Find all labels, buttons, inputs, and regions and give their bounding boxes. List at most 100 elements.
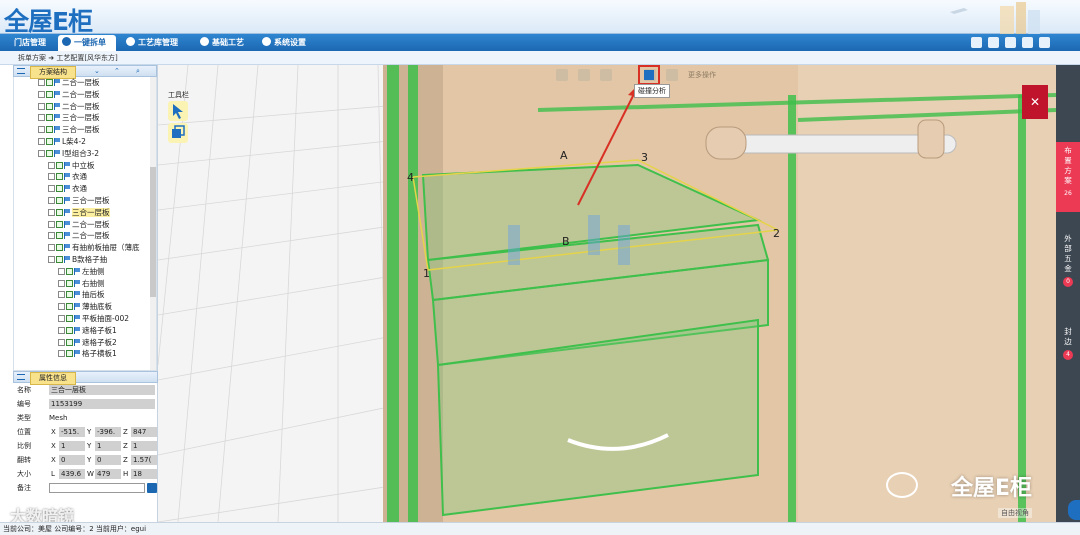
expand-toggle-icon[interactable] [48,244,55,252]
expand-toggle-icon[interactable] [38,114,45,122]
tree-item[interactable]: I型组合3-2 [14,148,156,160]
checkbox[interactable] [46,102,53,110]
checkbox[interactable] [56,255,63,263]
tree-item[interactable]: 衣通 [14,171,156,183]
tree-item[interactable]: 二合一层板 [14,89,156,101]
side-tab-layout-plan[interactable]: 布置方案 26 [1056,142,1080,212]
tree-item[interactable]: 左抽侧 [14,266,156,278]
tree-item[interactable]: 有抽前板抽屉（薄底 [14,242,156,254]
tree-item[interactable]: B款格子抽 [14,254,156,266]
checkbox[interactable] [46,114,53,122]
tree-item[interactable]: 二合一层板 [14,230,156,242]
checkbox[interactable] [56,161,63,169]
image-icon[interactable] [971,37,982,48]
checkbox[interactable] [66,326,73,334]
side-tab-hardware[interactable]: 外部五金 0 [1056,230,1080,290]
expand-toggle-icon[interactable] [58,267,65,275]
expand-toggle-icon[interactable] [38,90,45,98]
expand-toggle-icon[interactable] [38,149,45,157]
tree-item[interactable]: 三合一层板 [14,195,156,207]
collision-analysis-button[interactable] [638,65,660,85]
expand-toggle-icon[interactable] [48,185,55,193]
checkbox[interactable] [56,232,63,240]
size-w-field[interactable]: 479 [95,469,121,479]
checkbox[interactable] [66,314,73,322]
tree-item[interactable]: 薄抽底板 [14,301,156,313]
rotation-x-field[interactable]: 0 [59,455,85,465]
search-icon[interactable]: ⌕ [136,66,140,77]
tree-item[interactable]: 遮格子板1 [14,325,156,337]
checkbox[interactable] [56,220,63,228]
menu-icon[interactable] [17,374,25,380]
expand-toggle-icon[interactable] [58,350,65,358]
checkbox[interactable] [46,149,53,157]
expand-toggle-icon[interactable] [48,161,55,169]
tree-item[interactable]: 抽后板 [14,289,156,301]
checkbox[interactable] [46,79,53,86]
position-z-field[interactable]: 847 [131,427,157,437]
expand-toggle-icon[interactable] [38,79,45,86]
save-view-icon[interactable] [556,69,568,81]
expand-toggle-icon[interactable] [58,314,65,322]
3d-scene[interactable] [158,65,1056,522]
camera-icon[interactable] [578,69,590,81]
tree-item[interactable]: 平板抽面-002 [14,313,156,325]
exit-icon[interactable] [1039,37,1050,48]
select-tool-button[interactable] [168,101,188,121]
checkbox[interactable] [56,244,63,252]
tree-item[interactable]: 二合一层板 [14,219,156,231]
expand-toggle-icon[interactable] [48,232,55,240]
checkbox[interactable] [66,350,73,358]
checkbox[interactable] [66,267,73,275]
more-actions-menu[interactable]: 更多操作 [688,69,716,81]
expand-toggle-icon[interactable] [58,303,65,311]
expand-toggle-icon[interactable] [58,279,65,287]
checkbox[interactable] [46,90,53,98]
checkbox[interactable] [46,137,53,145]
rotation-z-field[interactable]: 1.57( [131,455,157,465]
checkbox[interactable] [66,338,73,346]
expand-toggle-icon[interactable] [58,338,65,346]
scale-z-field[interactable]: 1 [131,441,157,451]
save-icon[interactable] [147,483,157,493]
position-y-field[interactable]: -396. [95,427,121,437]
checkbox[interactable] [56,185,63,193]
tree-item[interactable]: L柴4-2 [14,136,156,148]
side-tab-edge-banding[interactable]: 封边 4 [1056,323,1080,368]
tab-process-library[interactable]: 工艺库管理 [122,35,188,51]
gear-icon[interactable] [1022,37,1033,48]
expand-toggle-icon[interactable] [38,126,45,134]
book-icon[interactable] [988,37,999,48]
view-mode-label[interactable]: 自由视角 [998,508,1032,518]
expand-toggle-icon[interactable] [48,208,55,216]
tree-item[interactable]: 右抽侧 [14,278,156,290]
checkbox[interactable] [66,291,73,299]
checkbox[interactable] [46,126,53,134]
side-collapse-button[interactable] [1068,500,1080,520]
lightning-icon[interactable] [666,69,678,81]
collapse-all-icon[interactable]: ⌄ [94,66,100,77]
view-cube[interactable]: ✕ [1022,85,1048,119]
tree-item[interactable]: 三合一层板 [14,112,156,124]
expand-toggle-icon[interactable] [58,326,65,334]
menu-icon[interactable] [17,68,25,74]
layers-icon[interactable] [600,69,612,81]
tab-one-click-split[interactable]: 一键拆单 [58,35,116,51]
checkbox[interactable] [66,279,73,287]
user-icon[interactable] [1005,37,1016,48]
expand-toggle-icon[interactable] [48,173,55,181]
tree-item[interactable]: 格子横板1 [14,348,156,360]
tab-store-management[interactable]: 门店管理 [10,35,62,51]
expand-toggle-icon[interactable] [48,220,55,228]
expand-toggle-icon[interactable] [48,196,55,204]
rotation-y-field[interactable]: 0 [95,455,121,465]
scale-y-field[interactable]: 1 [95,441,121,451]
expand-toggle-icon[interactable] [38,102,45,110]
tree-item[interactable]: 三合一层板 [14,207,156,219]
tree-item[interactable]: 三合一层板 [14,124,156,136]
expand-toggle-icon[interactable] [38,137,45,145]
expand-toggle-icon[interactable] [58,291,65,299]
note-input[interactable] [49,483,145,493]
checkbox[interactable] [56,208,63,216]
size-l-field[interactable]: 439.6 [59,469,85,479]
